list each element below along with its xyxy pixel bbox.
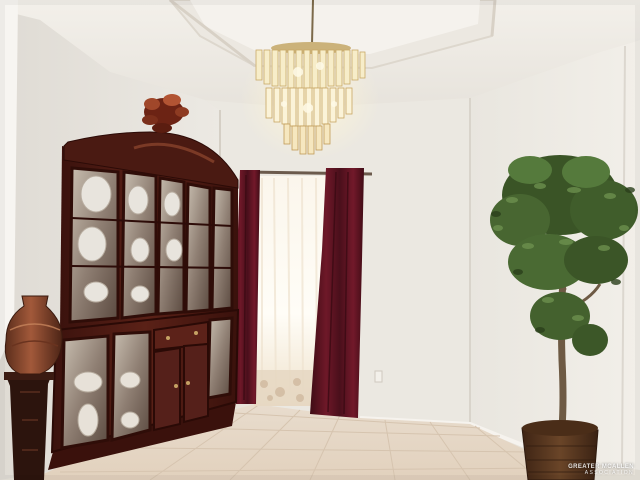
room-photo: GREATER MCALLEN ASSOCIATION (0, 0, 640, 480)
watermark: GREATER MCALLEN ASSOCIATION (568, 464, 634, 476)
room-illustration (0, 0, 640, 480)
cabinet-glass-doors (68, 166, 234, 324)
china-cabinet (48, 94, 240, 470)
watermark-region: ASSOCIATION (584, 470, 634, 476)
